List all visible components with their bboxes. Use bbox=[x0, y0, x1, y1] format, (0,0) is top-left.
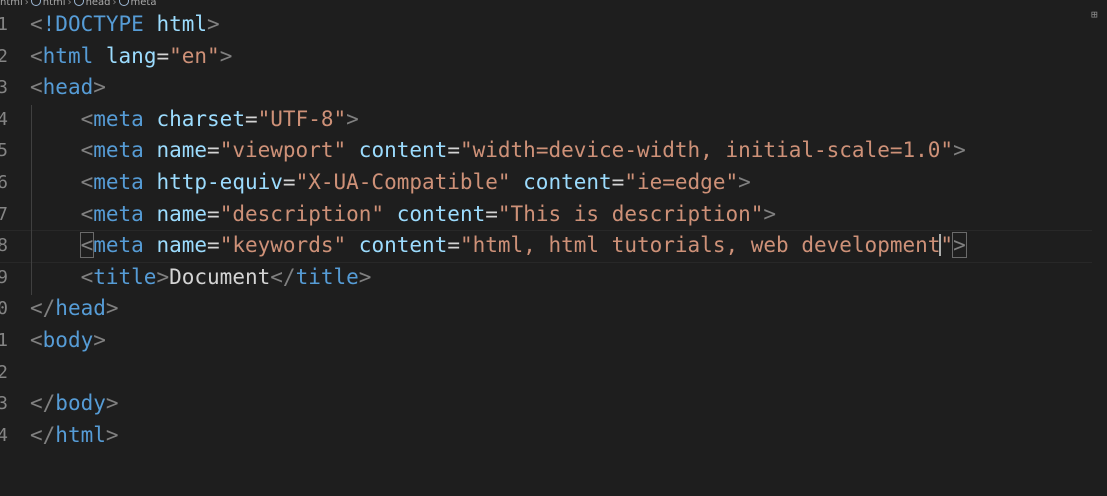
code-line[interactable]: 9 <title>Document</title> bbox=[0, 262, 1107, 294]
attribute-value: "X-UA-Compatible" bbox=[295, 169, 511, 194]
code-line[interactable]: 2 bbox=[0, 357, 1107, 389]
line-number: 2 bbox=[0, 361, 8, 383]
doctype-value: html bbox=[156, 12, 208, 36]
code-line[interactable]: 0 </head> bbox=[0, 293, 1107, 325]
doctype-keyword: !DOCTYPE bbox=[42, 12, 144, 36]
tag-name: head bbox=[55, 296, 106, 321]
tag-name: head bbox=[42, 75, 94, 100]
attribute-value: "UTF-8" bbox=[257, 106, 347, 131]
line-number: 5 bbox=[0, 140, 8, 162]
code-line[interactable]: 3 <head> bbox=[0, 72, 1107, 104]
element-icon bbox=[30, 0, 41, 6]
tag-name: meta bbox=[93, 233, 144, 258]
matched-bracket: > bbox=[952, 232, 967, 259]
attribute-value-quote: " bbox=[940, 233, 954, 258]
line-number: 9 bbox=[0, 266, 8, 288]
tag-name: meta bbox=[93, 106, 144, 131]
line-number: 3 bbox=[0, 77, 8, 99]
matched-bracket: < bbox=[79, 232, 95, 259]
attribute-name: name bbox=[156, 233, 208, 258]
tag-name: body bbox=[55, 391, 106, 416]
breadcrumb-item[interactable]: head bbox=[86, 0, 111, 8]
code-line[interactable]: 4 <meta charset="UTF-8"> bbox=[0, 104, 1107, 136]
attribute-value: "width=device-width, initial-scale=1.0" bbox=[459, 138, 954, 163]
element-icon bbox=[73, 0, 84, 6]
attribute-value: "viewport" bbox=[219, 138, 347, 163]
line-number: 1 bbox=[0, 14, 8, 35]
attribute-name: charset bbox=[156, 106, 245, 131]
attribute-name: name bbox=[156, 138, 208, 163]
code-line[interactable]: 1 <body> bbox=[0, 325, 1107, 357]
line-number: 4 bbox=[0, 108, 8, 130]
line-number: 1 bbox=[0, 329, 8, 351]
element-icon bbox=[118, 0, 129, 6]
attribute-name: name bbox=[156, 201, 208, 226]
attribute-value: "This is description" bbox=[497, 201, 764, 226]
line-number: 0 bbox=[0, 298, 8, 320]
tag-name: html bbox=[42, 43, 94, 68]
line-number: 4 bbox=[0, 424, 8, 446]
code-line[interactable]: 4 </html> bbox=[0, 420, 1107, 452]
attribute-value: "html, html tutorials, web development bbox=[459, 233, 941, 258]
tag-name: title bbox=[93, 264, 157, 289]
code-line[interactable]: 7 <meta name="description" content="This… bbox=[0, 199, 1107, 231]
breadcrumb-item[interactable]: meta bbox=[131, 0, 157, 8]
code-editor[interactable]: 1 <!DOCTYPE html> 2 <html lang="en"> 3 <… bbox=[0, 9, 1107, 451]
attribute-value: "keywords" bbox=[219, 233, 347, 258]
attribute-name: lang bbox=[105, 43, 157, 68]
code-line[interactable]: 5 <meta name="viewport" content="width=d… bbox=[0, 135, 1107, 167]
line-number: 6 bbox=[0, 171, 8, 193]
line-number: 7 bbox=[0, 203, 8, 225]
tag-name: meta bbox=[93, 169, 144, 194]
tag-name: html bbox=[55, 422, 106, 447]
attribute-name: content bbox=[396, 201, 486, 226]
chevron-right-icon: › bbox=[112, 0, 117, 8]
breadcrumb-item[interactable]: html bbox=[43, 0, 66, 8]
code-line-active[interactable]: 8 <meta name="keywords" content="html, h… bbox=[0, 230, 1107, 262]
chevron-right-icon: › bbox=[24, 0, 29, 8]
attribute-name: http-equiv bbox=[156, 169, 283, 194]
attribute-name: content bbox=[358, 233, 448, 258]
attribute-name: content bbox=[523, 169, 612, 194]
attribute-name: content bbox=[358, 138, 448, 163]
tag-name: title bbox=[295, 264, 359, 289]
tag-name: meta bbox=[93, 201, 144, 226]
line-number: 3 bbox=[0, 393, 8, 415]
attribute-value: "ie=edge" bbox=[624, 169, 739, 194]
breadcrumb-item[interactable]: html bbox=[0, 0, 23, 8]
code-line[interactable]: 3 </body> bbox=[0, 388, 1107, 420]
code-line[interactable]: 6 <meta http-equiv="X-UA-Compatible" con… bbox=[0, 167, 1107, 199]
text-content: Document bbox=[169, 264, 271, 289]
line-number: 8 bbox=[0, 235, 8, 257]
code-line[interactable]: 1 <!DOCTYPE html> bbox=[0, 9, 1107, 41]
attribute-value: "description" bbox=[219, 201, 385, 226]
breadcrumb: html › html › head › meta bbox=[0, 0, 156, 8]
code-line[interactable]: 2 <html lang="en"> bbox=[0, 41, 1107, 73]
chevron-right-icon: › bbox=[67, 0, 72, 8]
line-number: 2 bbox=[0, 45, 8, 67]
tag-name: body bbox=[42, 327, 94, 352]
attribute-value: "en" bbox=[169, 43, 220, 68]
tag-name: meta bbox=[93, 138, 144, 163]
